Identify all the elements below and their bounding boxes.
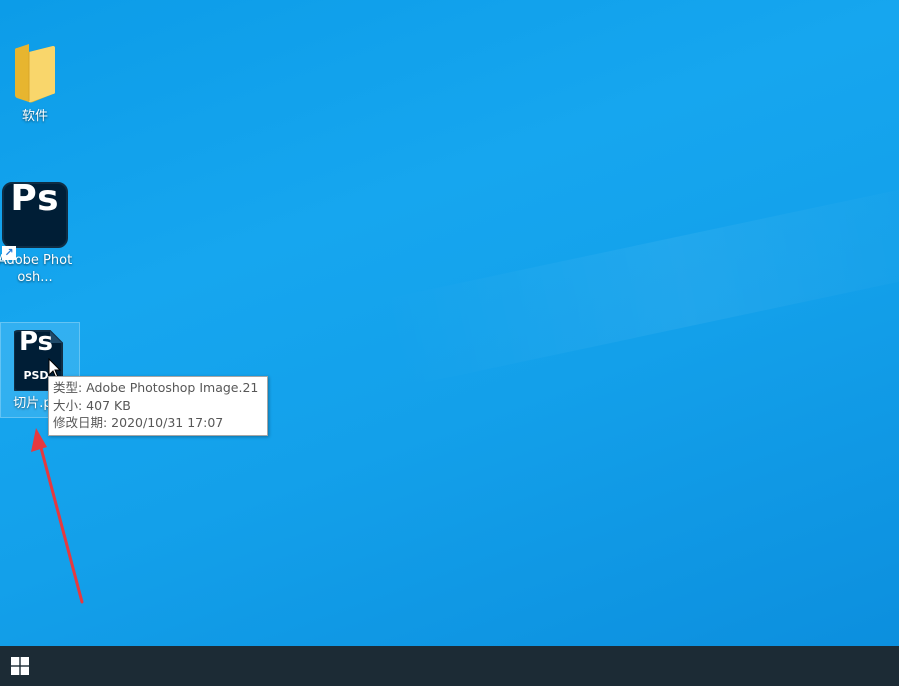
- desktop-icon-software-folder[interactable]: 软件: [0, 42, 74, 125]
- photoshop-app-icon: Ps ↗: [2, 178, 68, 260]
- psd-ps-glyph: Ps: [18, 327, 54, 357]
- windows-logo-icon: [11, 657, 29, 675]
- tooltip-date-line: 修改日期: 2020/10/31 17:07: [53, 415, 224, 430]
- tooltip-type-line: 类型: Adobe Photoshop Image.21: [53, 380, 259, 395]
- wallpaper-light-beam: [380, 175, 899, 389]
- desktop[interactable]: 软件 Ps ↗ Adobe Photosh... Ps PSD 切片.psd 类…: [0, 0, 899, 646]
- taskbar: [0, 646, 899, 686]
- desktop-icon-label: 软件: [21, 109, 48, 124]
- photoshop-glyph: Ps: [10, 178, 60, 219]
- tooltip-size-line: 大小: 407 KB: [53, 397, 131, 413]
- desktop-icon-photoshop-shortcut[interactable]: Ps ↗ Adobe Photosh...: [0, 178, 74, 286]
- shortcut-arrow-icon: ↗: [2, 246, 16, 260]
- start-button[interactable]: [0, 646, 40, 686]
- folder-icon: [13, 42, 57, 104]
- file-info-tooltip: 类型: Adobe Photoshop Image.21 大小: 407 KB …: [48, 376, 268, 436]
